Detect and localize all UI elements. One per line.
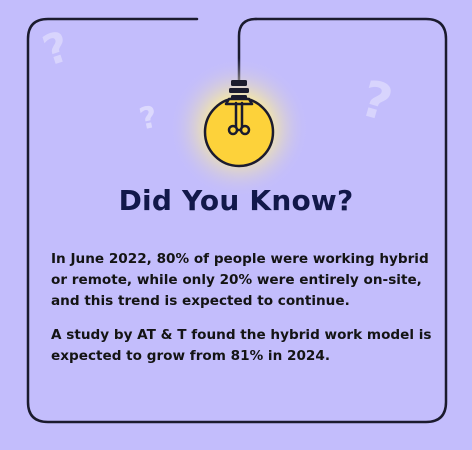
did-you-know-card: ? ? ? Did You Know? In June 2022, 80% of… [0,0,472,450]
page-title: Did You Know? [118,184,354,217]
fact-paragraph-1: In June 2022, 80% of people were working… [51,251,429,309]
fact-paragraph-2: A study by AT & T found the hybrid work … [51,327,432,364]
